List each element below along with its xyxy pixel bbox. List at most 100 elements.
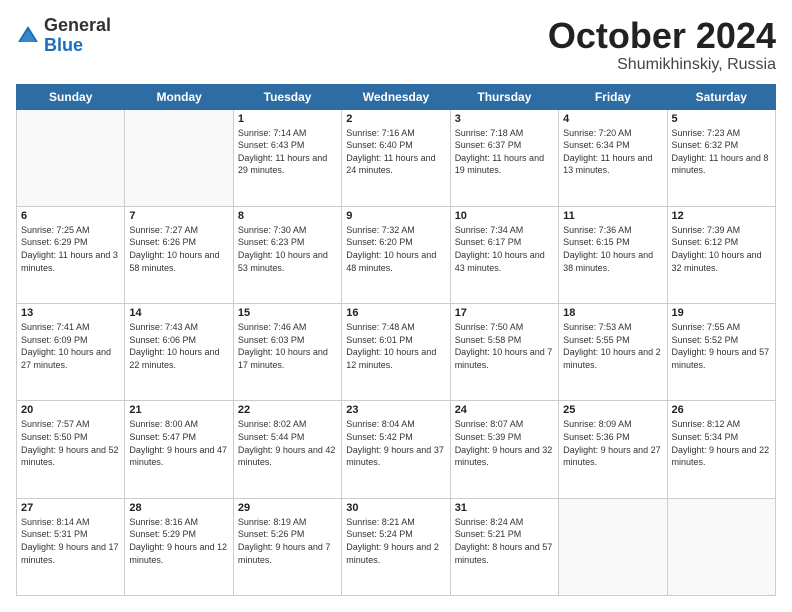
day-number: 29	[238, 502, 337, 514]
day-info: Sunrise: 7:34 AM Sunset: 6:17 PM Dayligh…	[455, 224, 554, 274]
day-number: 19	[672, 307, 771, 319]
day-info: Sunrise: 8:19 AM Sunset: 5:26 PM Dayligh…	[238, 516, 337, 566]
calendar-cell: 21Sunrise: 8:00 AM Sunset: 5:47 PM Dayli…	[125, 401, 233, 498]
calendar-cell: 4 Sunrise: 7:20 AM Sunset: 6:34 PM Daylig…	[559, 109, 667, 206]
day-info: Sunrise: 7:14 AM Sunset: 6:43 PM Dayligh…	[238, 127, 337, 177]
day-number: 3	[455, 113, 554, 125]
day-info: Sunrise: 7:41 AM Sunset: 6:09 PM Dayligh…	[21, 321, 120, 371]
week-row-1: 6 Sunrise: 7:25 AM Sunset: 6:29 PM Daylig…	[17, 206, 776, 303]
day-info: Sunrise: 7:16 AM Sunset: 6:40 PM Dayligh…	[346, 127, 445, 177]
day-info: Sunrise: 7:36 AM Sunset: 6:15 PM Dayligh…	[563, 224, 662, 274]
day-info: Sunrise: 8:24 AM Sunset: 5:21 PM Dayligh…	[455, 516, 554, 566]
day-info: Sunrise: 7:18 AM Sunset: 6:37 PM Dayligh…	[455, 127, 554, 177]
day-number: 6	[21, 210, 120, 222]
day-info: Sunrise: 7:23 AM Sunset: 6:32 PM Dayligh…	[672, 127, 771, 177]
day-info: Sunrise: 8:21 AM Sunset: 5:24 PM Dayligh…	[346, 516, 445, 566]
subtitle: Shumikhinskiy, Russia	[548, 56, 776, 74]
day-number: 2	[346, 113, 445, 125]
day-number: 17	[455, 307, 554, 319]
header-saturday: Saturday	[667, 84, 775, 109]
day-number: 20	[21, 404, 120, 416]
day-number: 28	[129, 502, 228, 514]
day-number: 22	[238, 404, 337, 416]
logo: General Blue	[16, 16, 111, 56]
day-info: Sunrise: 8:02 AM Sunset: 5:44 PM Dayligh…	[238, 418, 337, 468]
day-info: Sunrise: 8:04 AM Sunset: 5:42 PM Dayligh…	[346, 418, 445, 468]
day-number: 25	[563, 404, 662, 416]
day-number: 16	[346, 307, 445, 319]
calendar-cell: 5 Sunrise: 7:23 AM Sunset: 6:32 PM Daylig…	[667, 109, 775, 206]
header-friday: Friday	[559, 84, 667, 109]
calendar-cell: 27Sunrise: 8:14 AM Sunset: 5:31 PM Dayli…	[17, 498, 125, 595]
header-wednesday: Wednesday	[342, 84, 450, 109]
day-info: Sunrise: 7:53 AM Sunset: 5:55 PM Dayligh…	[563, 321, 662, 371]
week-row-0: 1 Sunrise: 7:14 AM Sunset: 6:43 PM Daylig…	[17, 109, 776, 206]
calendar-cell: 26Sunrise: 8:12 AM Sunset: 5:34 PM Dayli…	[667, 401, 775, 498]
calendar-header: SundayMondayTuesdayWednesdayThursdayFrid…	[17, 84, 776, 109]
calendar-cell: 2 Sunrise: 7:16 AM Sunset: 6:40 PM Daylig…	[342, 109, 450, 206]
main-title: October 2024	[548, 16, 776, 56]
day-number: 4	[563, 113, 662, 125]
day-number: 21	[129, 404, 228, 416]
header-monday: Monday	[125, 84, 233, 109]
day-number: 18	[563, 307, 662, 319]
calendar-cell: 24 Sunrise: 8:07 AM Sunset: 5:39 PM Dayli…	[450, 401, 558, 498]
day-number: 27	[21, 502, 120, 514]
day-info: Sunrise: 7:57 AM Sunset: 5:50 PM Dayligh…	[21, 418, 120, 468]
day-info: Sunrise: 8:07 AM Sunset: 5:39 PM Dayligh…	[455, 418, 554, 468]
page: General Blue October 2024 Shumikhinskiy,…	[0, 0, 792, 612]
day-info: Sunrise: 7:20 AM Sunset: 6:34 PM Dayligh…	[563, 127, 662, 177]
day-number: 11	[563, 210, 662, 222]
day-number: 10	[455, 210, 554, 222]
calendar-table: SundayMondayTuesdayWednesdayThursdayFrid…	[16, 84, 776, 596]
calendar-cell: 18 Sunrise: 7:53 AM Sunset: 5:55 PM Dayli…	[559, 304, 667, 401]
calendar-cell: 31Sunrise: 8:24 AM Sunset: 5:21 PM Dayli…	[450, 498, 558, 595]
calendar-body: 1 Sunrise: 7:14 AM Sunset: 6:43 PM Daylig…	[17, 109, 776, 595]
calendar-cell: 29 Sunrise: 8:19 AM Sunset: 5:26 PM Dayli…	[233, 498, 341, 595]
calendar-cell	[17, 109, 125, 206]
day-number: 8	[238, 210, 337, 222]
day-info: Sunrise: 7:39 AM Sunset: 6:12 PM Dayligh…	[672, 224, 771, 274]
calendar-cell: 13Sunrise: 7:41 AM Sunset: 6:09 PM Dayli…	[17, 304, 125, 401]
calendar-cell: 7 Sunrise: 7:27 AM Sunset: 6:26 PM Daylig…	[125, 206, 233, 303]
day-number: 12	[672, 210, 771, 222]
calendar-cell: 30Sunrise: 8:21 AM Sunset: 5:24 PM Dayli…	[342, 498, 450, 595]
day-info: Sunrise: 7:55 AM Sunset: 5:52 PM Dayligh…	[672, 321, 771, 371]
day-info: Sunrise: 7:30 AM Sunset: 6:23 PM Dayligh…	[238, 224, 337, 274]
day-info: Sunrise: 8:09 AM Sunset: 5:36 PM Dayligh…	[563, 418, 662, 468]
day-number: 1	[238, 113, 337, 125]
calendar-cell: 16 Sunrise: 7:48 AM Sunset: 6:01 PM Dayli…	[342, 304, 450, 401]
header-row: SundayMondayTuesdayWednesdayThursdayFrid…	[17, 84, 776, 109]
calendar-cell: 28Sunrise: 8:16 AM Sunset: 5:29 PM Dayli…	[125, 498, 233, 595]
calendar-cell: 22 Sunrise: 8:02 AM Sunset: 5:44 PM Dayli…	[233, 401, 341, 498]
logo-icon	[16, 24, 40, 48]
day-number: 9	[346, 210, 445, 222]
week-row-2: 13Sunrise: 7:41 AM Sunset: 6:09 PM Dayli…	[17, 304, 776, 401]
calendar-cell: 11 Sunrise: 7:36 AM Sunset: 6:15 PM Dayli…	[559, 206, 667, 303]
calendar-cell: 19 Sunrise: 7:55 AM Sunset: 5:52 PM Dayli…	[667, 304, 775, 401]
day-info: Sunrise: 7:32 AM Sunset: 6:20 PM Dayligh…	[346, 224, 445, 274]
calendar-cell: 1 Sunrise: 7:14 AM Sunset: 6:43 PM Daylig…	[233, 109, 341, 206]
calendar-cell: 12 Sunrise: 7:39 AM Sunset: 6:12 PM Dayli…	[667, 206, 775, 303]
calendar-cell: 15Sunrise: 7:46 AM Sunset: 6:03 PM Dayli…	[233, 304, 341, 401]
calendar-cell	[559, 498, 667, 595]
day-number: 23	[346, 404, 445, 416]
calendar-cell: 6 Sunrise: 7:25 AM Sunset: 6:29 PM Daylig…	[17, 206, 125, 303]
calendar-cell: 17Sunrise: 7:50 AM Sunset: 5:58 PM Dayli…	[450, 304, 558, 401]
day-number: 24	[455, 404, 554, 416]
calendar-cell	[125, 109, 233, 206]
calendar-cell: 25 Sunrise: 8:09 AM Sunset: 5:36 PM Dayli…	[559, 401, 667, 498]
calendar-cell	[667, 498, 775, 595]
header: General Blue October 2024 Shumikhinskiy,…	[16, 16, 776, 74]
day-info: Sunrise: 7:25 AM Sunset: 6:29 PM Dayligh…	[21, 224, 120, 274]
day-number: 5	[672, 113, 771, 125]
week-row-3: 20 Sunrise: 7:57 AM Sunset: 5:50 PM Dayli…	[17, 401, 776, 498]
day-info: Sunrise: 7:48 AM Sunset: 6:01 PM Dayligh…	[346, 321, 445, 371]
calendar-cell: 20 Sunrise: 7:57 AM Sunset: 5:50 PM Dayli…	[17, 401, 125, 498]
day-info: Sunrise: 7:27 AM Sunset: 6:26 PM Dayligh…	[129, 224, 228, 274]
calendar-cell: 10 Sunrise: 7:34 AM Sunset: 6:17 PM Dayli…	[450, 206, 558, 303]
day-info: Sunrise: 7:43 AM Sunset: 6:06 PM Dayligh…	[129, 321, 228, 371]
day-number: 7	[129, 210, 228, 222]
logo-general: General	[44, 16, 111, 36]
day-info: Sunrise: 8:12 AM Sunset: 5:34 PM Dayligh…	[672, 418, 771, 468]
